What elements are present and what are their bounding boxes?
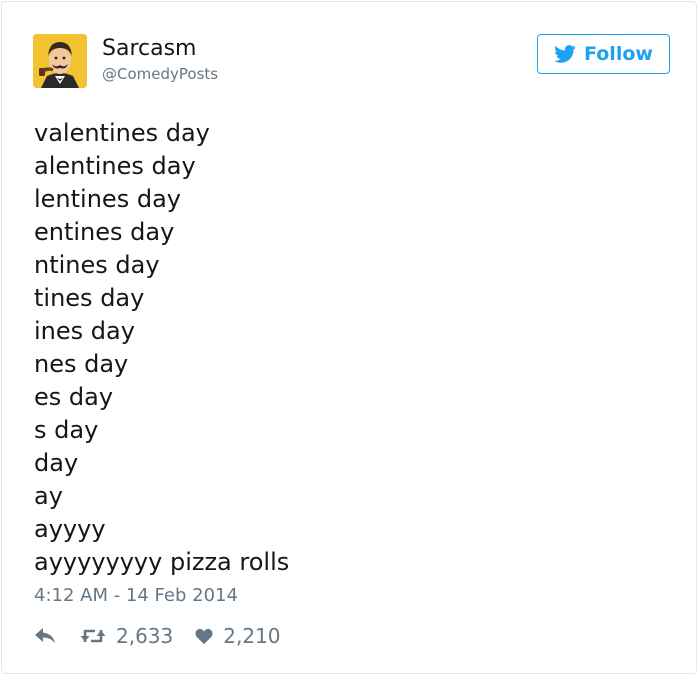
avatar[interactable] [33,34,87,88]
like-button[interactable]: 2,210 [195,623,281,649]
tweet-line: alentines day [34,152,196,180]
tweet-line: ay [34,482,63,510]
display-name[interactable]: Sarcasm [102,35,196,63]
tweet-timestamp[interactable]: 4:12 AM - 14 Feb 2014 [34,584,238,608]
retweet-icon [80,627,106,645]
retweet-count: 2,633 [116,624,174,648]
tweet-line: ayyyyyyyy pizza rolls [34,548,290,576]
twitter-bird-icon [554,45,576,63]
heart-icon [195,628,213,645]
user-handle[interactable]: @ComedyPosts [102,64,218,84]
tweet-line: entines day [34,218,175,246]
follow-button[interactable]: Follow [537,34,670,74]
tweet-card: Sarcasm @ComedyPosts Follow valentines d… [1,1,697,674]
tweet-text: valentines day alentines day lentines da… [34,117,289,579]
tweet-line: nes day [34,350,129,378]
avatar-image [33,34,87,88]
tweet-line: day [34,449,79,477]
tweet-line: ayyyy [34,515,106,543]
tweet-line: s day [34,416,99,444]
tweet-line: ines day [34,317,135,345]
tweet-line: lentines day [34,185,181,213]
like-count: 2,210 [223,624,281,648]
tweet-actions: 2,633 2,210 [34,623,281,649]
follow-label: Follow [584,43,653,65]
tweet-line: ntines day [34,251,160,279]
reply-icon [34,627,56,645]
tweet-line: es day [34,383,114,411]
tweet-line: tines day [34,284,145,312]
reply-button[interactable] [34,627,56,645]
tweet-line: valentines day [34,119,210,147]
retweet-button[interactable]: 2,633 [80,623,173,649]
